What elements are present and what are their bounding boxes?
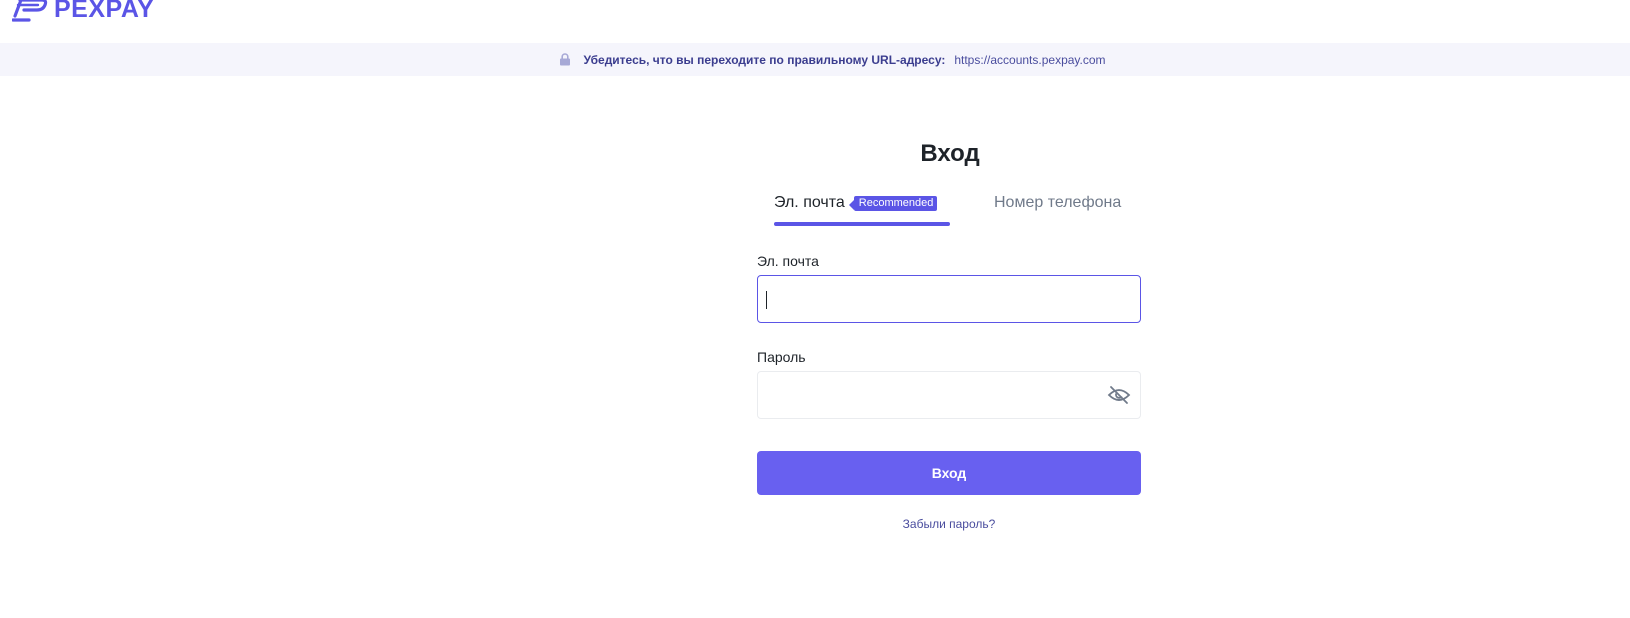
eye-off-icon[interactable] [1107,385,1131,405]
lock-icon [560,53,571,66]
page-title: Вход [920,140,980,167]
logo[interactable]: PEXPAY [12,0,154,24]
active-tab-indicator [774,222,950,226]
email-field-label: Эл. почта [757,253,819,269]
recommended-badge: Recommended [848,195,938,211]
tab-email[interactable]: Эл. почта Recommended [774,194,938,212]
password-field-label: Пароль [757,349,806,365]
tab-email-label: Эл. почта [774,194,845,211]
login-method-tabs: Эл. почта Recommended Номер телефона [774,194,1174,228]
email-field[interactable] [757,275,1141,323]
url-warning-text: Убедитесь, что вы переходите по правильн… [583,52,946,67]
tab-phone-label: Номер телефона [994,194,1122,211]
forgot-password-link[interactable]: Забыли пароль? [757,517,1141,531]
tab-phone[interactable]: Номер телефона [994,194,1121,212]
text-caret [766,291,767,309]
login-page: PEXPAY Убедитесь, что вы переходите по п… [0,0,1630,618]
login-button[interactable]: Вход [757,451,1141,495]
password-field[interactable] [757,371,1141,419]
pexpay-logo-icon [12,0,48,22]
logo-text: PEXPAY [54,0,155,23]
url-banner: Убедитесь, что вы переходите по правильн… [0,43,1630,76]
url-value: https://accounts.pexpay.com [954,52,1106,67]
